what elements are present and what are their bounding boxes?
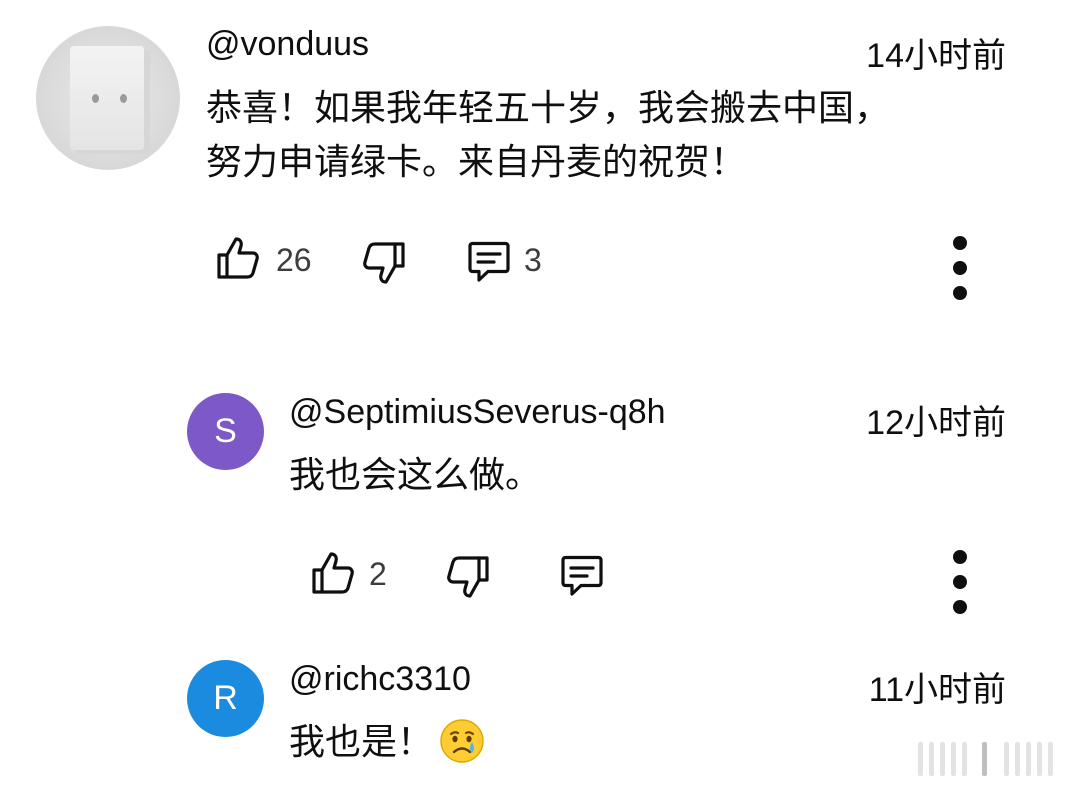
thumbs-down-icon xyxy=(446,554,490,600)
avatar-letter: R xyxy=(213,679,238,717)
like-button[interactable] xyxy=(311,550,355,596)
thumbs-up-icon xyxy=(216,235,260,281)
more-vertical-icon[interactable] xyxy=(950,236,970,311)
thumbs-down-icon xyxy=(362,240,406,286)
crying-face-icon xyxy=(438,717,486,769)
comment-text-line: 努力申请绿卡。来自丹麦的祝贺！ xyxy=(206,142,747,183)
reply-button[interactable] xyxy=(559,554,605,598)
avatar[interactable] xyxy=(36,26,180,170)
avatar-letter: S xyxy=(214,412,237,450)
reply-button[interactable] xyxy=(466,240,512,284)
comment-author[interactable]: @richc3310 xyxy=(289,660,471,699)
more-vertical-icon[interactable] xyxy=(950,550,970,625)
comment-author[interactable]: @vonduus xyxy=(206,25,369,64)
comment-text: 我也会这么做。 xyxy=(289,455,542,496)
avatar[interactable]: S xyxy=(187,393,264,470)
reply-comment-icon xyxy=(466,240,512,284)
comment-author[interactable]: @SeptimiusSeverus-q8h xyxy=(289,393,666,432)
avatar[interactable]: R xyxy=(187,660,264,737)
reply-count: 3 xyxy=(524,242,542,278)
comment-body: 我也是！ xyxy=(289,716,486,770)
comment-text-line: 恭喜！如果我年轻五十岁，我会搬去中国， xyxy=(206,88,891,129)
watermark xyxy=(912,742,1062,778)
like-button[interactable] xyxy=(216,235,260,281)
thumbs-up-icon xyxy=(311,550,355,596)
like-count: 2 xyxy=(369,556,387,592)
comment-timestamp: 11小时前 xyxy=(868,671,1006,709)
comment-body: 恭喜！如果我年轻五十岁，我会搬去中国， 努力申请绿卡。来自丹麦的祝贺！ xyxy=(206,82,890,190)
comment-text: 我也是！ xyxy=(289,722,434,763)
comment-timestamp: 14小时前 xyxy=(866,37,1006,75)
comment-timestamp: 12小时前 xyxy=(866,404,1006,442)
dislike-button[interactable] xyxy=(362,240,406,286)
dislike-button[interactable] xyxy=(446,554,490,600)
like-count: 26 xyxy=(276,242,312,278)
reply-comment-icon xyxy=(559,554,605,598)
